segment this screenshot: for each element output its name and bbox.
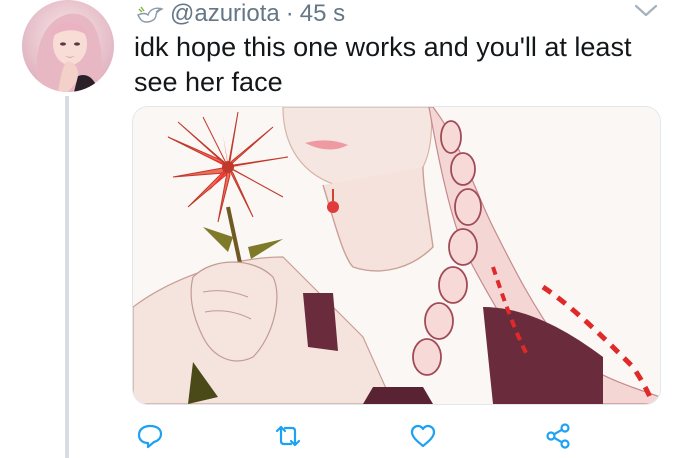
dove-icon [136, 3, 164, 25]
reply-icon [137, 424, 163, 449]
tweet-header: @azuriota · 45 s [136, 0, 345, 28]
heart-icon [410, 424, 436, 448]
chevron-down-icon[interactable] [632, 2, 660, 20]
like-button[interactable] [405, 418, 441, 454]
user-handle[interactable]: @azuriota [170, 0, 280, 28]
separator-dot: · [285, 0, 294, 27]
thread-line [65, 96, 69, 458]
timestamp[interactable]: 45 s [300, 0, 345, 28]
reply-button[interactable] [132, 418, 168, 454]
tweet-actions [132, 418, 602, 458]
share-button[interactable] [540, 418, 576, 454]
tweet-image[interactable] [132, 106, 661, 405]
avatar[interactable] [22, 0, 114, 92]
retweet-button[interactable] [270, 418, 306, 454]
share-icon [546, 423, 570, 449]
retweet-icon [275, 425, 301, 447]
tweet-text: idk hope this one works and you'll at le… [134, 32, 632, 97]
tweet-card[interactable]: @azuriota · 45 s idk hope this one works… [0, 0, 680, 458]
